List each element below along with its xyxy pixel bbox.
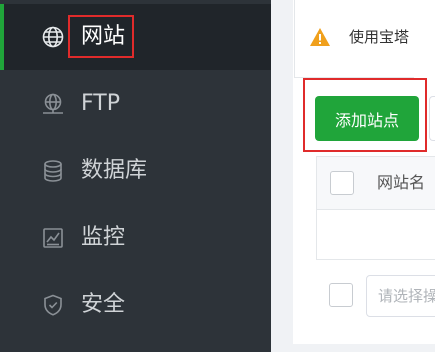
- table-header: 网站名: [317, 157, 435, 210]
- bulk-action-placeholder: 请选择操作: [378, 287, 435, 305]
- column-header-name[interactable]: 网站名: [377, 170, 425, 196]
- monitor-chart-icon: [40, 225, 66, 251]
- bulk-action-select[interactable]: 请选择操作: [366, 275, 435, 317]
- warning-icon: [309, 27, 331, 47]
- notice-bar: 使用宝塔: [294, 0, 414, 78]
- footer-select-checkbox[interactable]: [329, 283, 353, 307]
- sidebar-item-label: 监控: [81, 225, 126, 250]
- sidebar-item-label: 安全: [81, 292, 126, 317]
- sidebar-item-monitor[interactable]: 监控: [0, 205, 271, 271]
- site-table: 网站名: [316, 156, 435, 260]
- notice-text: 使用宝塔: [349, 28, 410, 46]
- select-all-checkbox[interactable]: [330, 171, 354, 195]
- main-content: 使用宝塔 添加站点 网站名 请选择操作: [271, 0, 435, 352]
- ftp-globe-icon: [40, 91, 66, 117]
- sidebar-item-database[interactable]: 数据库: [0, 138, 271, 204]
- highlight-box-add-site: [303, 78, 427, 152]
- sidebar-item-label: 数据库: [81, 158, 148, 183]
- sidebar-item-ftp[interactable]: FTP: [0, 71, 271, 137]
- secondary-button-edge[interactable]: [429, 96, 435, 141]
- sidebar-item-label: FTP: [81, 91, 120, 116]
- sidebar-item-security[interactable]: 安全: [0, 272, 271, 338]
- sidebar: 网站 FTP 数据库 监控 安全: [0, 0, 271, 352]
- sidebar-item-website[interactable]: 网站: [0, 4, 271, 70]
- highlight-box-website: [68, 15, 134, 58]
- shield-check-icon: [40, 292, 66, 318]
- globe-icon: [40, 24, 66, 50]
- database-icon: [40, 158, 66, 184]
